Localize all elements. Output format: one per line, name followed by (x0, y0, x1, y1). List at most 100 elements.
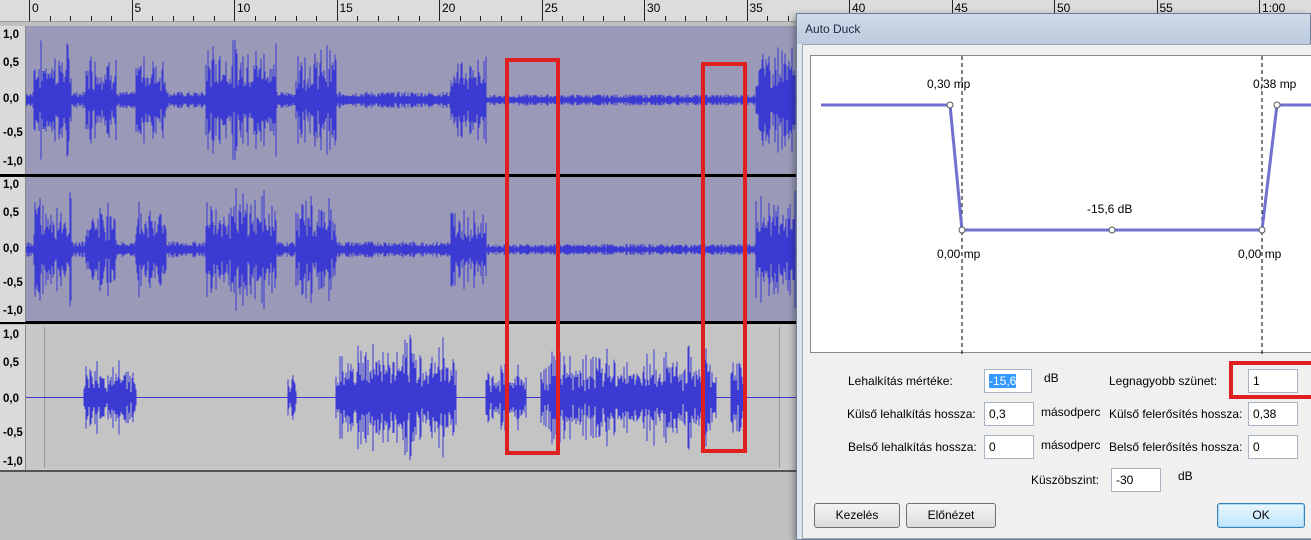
threshold-input[interactable]: -30 (1111, 468, 1161, 492)
ruler-minor-tick (418, 16, 420, 21)
amplitude-scale-track1-left: 1,0 0,5 0,0 -0,5 -1,0 (0, 26, 26, 174)
track-separator (0, 321, 796, 324)
ruler-minor-tick (623, 16, 625, 21)
scale-label: 1,0 (3, 179, 19, 191)
ruler-minor-tick (49, 16, 51, 21)
ok-button[interactable]: OK (1217, 503, 1305, 528)
ruler-minor-tick (787, 16, 789, 21)
outer-fade-down-field-label: Külső lehalkítás hossza: (847, 407, 976, 421)
ruler-minor-tick (193, 16, 194, 21)
highlight-box-pause-1 (505, 58, 560, 455)
ruler-minor-tick (295, 16, 297, 21)
ruler-minor-tick (603, 16, 604, 21)
ruler-minor-tick (398, 16, 399, 21)
ruler-minor-tick (685, 16, 686, 21)
ruler-minor-tick (562, 16, 563, 21)
ruler-major-tick (541, 0, 543, 21)
ruler-label: 15 (339, 1, 353, 15)
scale-label: -1,0 (3, 305, 23, 317)
ruler-major-tick (746, 0, 748, 21)
inner-fade-up-handle[interactable] (1258, 226, 1266, 234)
inner-fade-down-input[interactable]: 0 (984, 435, 1034, 459)
ruler-minor-tick (357, 16, 358, 21)
ruler-minor-tick (213, 16, 215, 21)
track-bottom-border (0, 470, 796, 472)
inner-fade-up-field-label: Belső felerősítés hossza: (1109, 440, 1243, 454)
ruler-minor-tick (275, 16, 276, 21)
ruler-minor-tick (767, 16, 768, 21)
dialog-body: 0,30 mp 0,38 mp -15,6 dB 0,00 mp 0,00 mp… (802, 44, 1311, 539)
highlight-box-max-pause (1229, 361, 1311, 399)
ruler-minor-tick (111, 16, 112, 21)
duck-amount-handle[interactable] (1108, 226, 1116, 234)
scale-label: -0,5 (3, 427, 23, 439)
ruler-minor-tick (70, 16, 71, 21)
dialog-title: Auto Duck (805, 22, 861, 36)
inner-fade-down-field-label: Belső lehalkítás hossza: (848, 440, 977, 454)
ruler-minor-tick (254, 16, 256, 21)
ruler-label: 5 (134, 1, 142, 15)
ruler-label: 30 (647, 1, 661, 15)
ruler-minor-tick (664, 16, 666, 21)
ruler-minor-tick (172, 16, 174, 21)
ruler-label: 20 (442, 1, 456, 15)
outer-fade-up-field-label: Külső felerősítés hossza: (1109, 407, 1243, 421)
ruler-label: 10 (237, 1, 251, 15)
duck-amount-input[interactable]: -15,6 (984, 369, 1032, 393)
ruler-minor-tick (459, 16, 461, 21)
ruler-minor-tick (377, 16, 379, 21)
inner-fade-down-handle[interactable] (958, 226, 966, 234)
ruler-major-tick (234, 0, 235, 21)
ruler-minor-tick (152, 16, 153, 21)
ruler-minor-tick (500, 16, 502, 21)
scale-label: 0,0 (3, 243, 19, 255)
ruler-major-tick (336, 0, 338, 21)
max-pause-field-label: Legnagyobb szünet: (1109, 374, 1218, 388)
outer-fade-up-value: 0,38 (1253, 407, 1277, 421)
inner-fade-down-value: 0 (989, 440, 996, 454)
waveform-track2 (26, 334, 796, 461)
ruler-minor-tick (582, 16, 584, 21)
waveform-track1-left (26, 40, 796, 160)
duck-envelope-line (821, 103, 1311, 232)
ruler-label: 0 (32, 1, 39, 15)
waveform-track1-right (26, 188, 796, 311)
duck-amount-unit: dB (1044, 371, 1059, 385)
amplitude-scale-track2: 1,0 0,5 0,0 -0,5 -1,0 (0, 325, 26, 470)
scale-label: 0,5 (3, 207, 19, 219)
inner-fade-up-value: 0 (1253, 440, 1260, 454)
scale-label: -1,0 (3, 456, 23, 468)
scale-label: -0,5 (3, 277, 23, 289)
outer-fade-down-label: 0,30 mp (927, 77, 971, 91)
outer-fade-up-handle[interactable] (1273, 101, 1281, 109)
outer-fade-up-input[interactable]: 0,38 (1248, 402, 1298, 426)
ruler-major-tick (131, 0, 133, 21)
outer-fade-up-label: 0,38 mp (1253, 77, 1297, 91)
inner-fade-up-input[interactable]: 0 (1248, 435, 1298, 459)
outer-fade-down-value: 0,3 (989, 407, 1006, 421)
manage-button[interactable]: Kezelés (814, 503, 900, 528)
inner-fade-down-unit: másodperc (1041, 438, 1101, 452)
dialog-title-bar[interactable]: Auto Duck (797, 14, 1310, 44)
ruler-minor-tick (480, 16, 481, 21)
preview-button[interactable]: Előnézet (906, 503, 996, 528)
duck-curve-svg (821, 56, 1311, 354)
scale-label: 1,0 (3, 329, 19, 341)
ruler-minor-tick (316, 16, 317, 21)
ruler-minor-tick (705, 16, 707, 21)
threshold-unit: dB (1178, 469, 1193, 483)
ruler-label: 25 (544, 1, 558, 15)
ruler-major-tick (439, 0, 440, 21)
duck-amount-value: -15,6 (989, 374, 1017, 388)
outer-fade-down-handle[interactable] (946, 101, 954, 109)
scale-label: 0,0 (3, 393, 19, 405)
outer-fade-down-input[interactable]: 0,3 (984, 402, 1034, 426)
ruler-minor-tick (90, 16, 92, 21)
threshold-value: -30 (1116, 473, 1134, 487)
duck-curve-graph[interactable]: 0,30 mp 0,38 mp -15,6 dB 0,00 mp 0,00 mp (810, 55, 1311, 354)
scale-label: -0,5 (3, 127, 23, 139)
auto-duck-dialog[interactable]: Auto Duck 0,30 mp 0,38 mp -15,6 dB 0,00 … (796, 13, 1311, 540)
inner-fade-up-label: 0,00 mp (1238, 247, 1282, 261)
ruler-major-tick (644, 0, 645, 21)
duck-amount-field-label: Lehalkítás mértéke: (848, 374, 953, 388)
